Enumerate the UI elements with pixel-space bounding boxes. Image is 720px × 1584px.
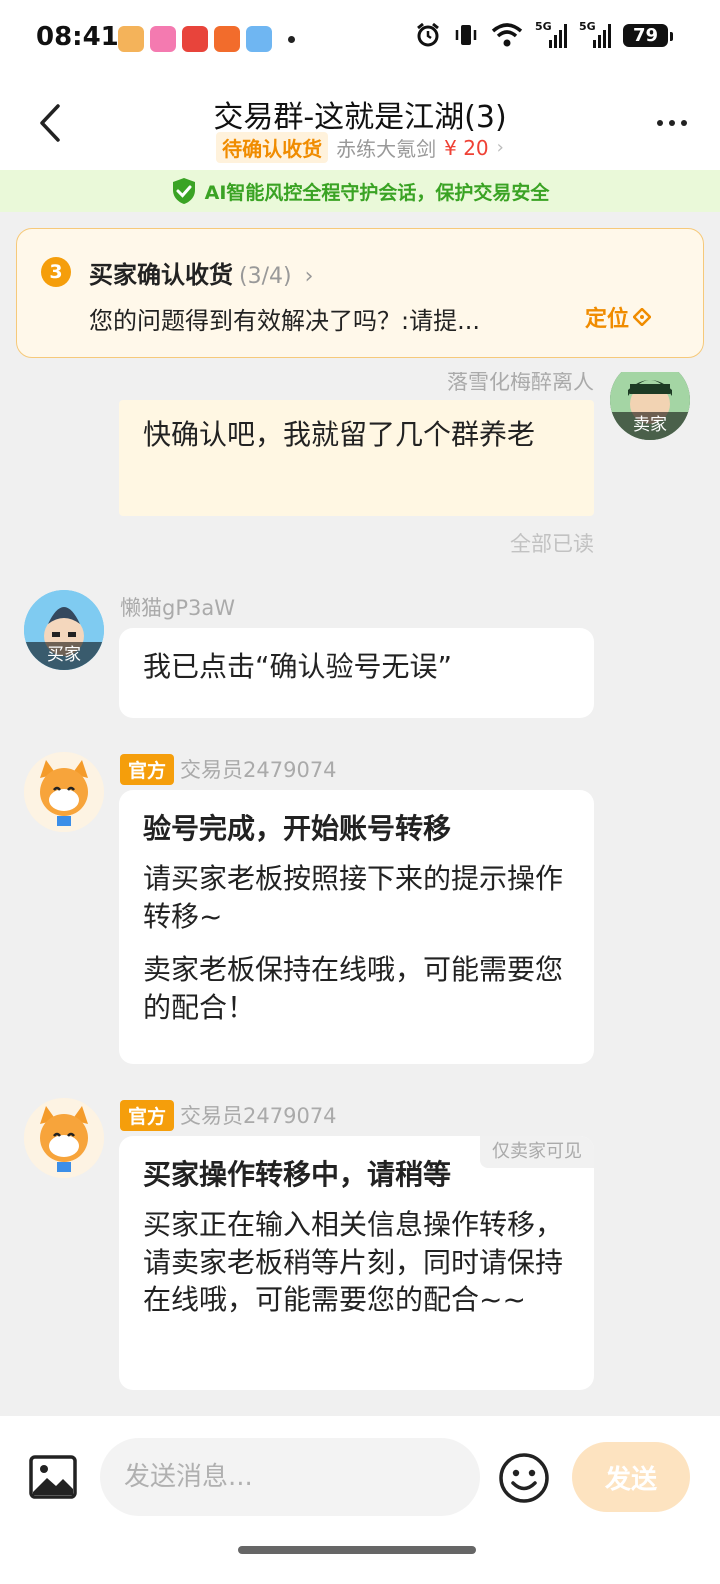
official-badge: 官方	[120, 1100, 175, 1131]
notification-icons	[118, 26, 295, 52]
trade-step-card[interactable]: 3 买家确认收货 (3/4) › 您的问题得到有效解决了吗？:请提... 定位	[16, 228, 704, 358]
chat-title: 交易群-这就是江湖(3)	[213, 100, 507, 135]
role-tag: 卖家	[610, 412, 690, 440]
status-bar: 08:41 5G 5G 79	[0, 0, 720, 78]
message-text: 请买家老板按照接下来的提示操作转移~	[143, 861, 564, 933]
emoji-icon	[499, 1453, 549, 1503]
seller-avatar[interactable]: 卖家	[610, 372, 690, 440]
buyer-avatar[interactable]: 买家	[24, 590, 104, 670]
home-indicator[interactable]	[238, 1546, 476, 1554]
step-progress: (3/4)	[239, 264, 292, 289]
alarm-icon	[417, 22, 439, 47]
status-time: 08:41	[36, 22, 119, 52]
avatar-image	[24, 1098, 104, 1178]
step-description: 您的问题得到有效解决了吗？:请提...	[89, 307, 480, 335]
signal-icon: 5G	[579, 20, 611, 48]
app-notification-icon	[214, 26, 240, 52]
dot	[681, 120, 687, 126]
message-bubble[interactable]: 验号完成，开始账号转移 请买家老板按照接下来的提示操作转移~ 卖家老板保持在线哦…	[119, 790, 594, 1064]
message-list[interactable]: 落雪化梅醉离人 卖家 快确认吧，我就留了几个群养老 全部已读 买家 懒猫gP3a…	[0, 372, 720, 1416]
locate-button[interactable]: 定位	[585, 301, 651, 333]
status-indicators: 5G 5G 79	[415, 20, 674, 48]
chevron-right-icon: ›	[297, 264, 314, 289]
message-text: 买家正在输入相关信息操作转移，请卖家老板稍等片刻，同时请保持在线哦，可能需要您的…	[143, 1207, 564, 1317]
send-button[interactable]: 发送	[572, 1442, 690, 1512]
more-notifications-icon	[288, 35, 295, 43]
step-number: 3	[41, 257, 71, 287]
official-badge: 官方	[120, 754, 175, 785]
signal-icon: 5G	[535, 20, 567, 48]
vibrate-icon	[455, 25, 477, 45]
chat-header: 交易群-这就是江湖(3) 待确认收货 赤练大氪剑 ¥ 20 ›	[0, 78, 720, 170]
weather-icon	[246, 26, 272, 52]
role-tag: 买家	[24, 642, 104, 670]
official-avatar[interactable]	[24, 1098, 104, 1178]
chevron-right-icon: ›	[496, 137, 504, 158]
avatar-image	[24, 752, 104, 832]
sender-line: 官方 交易员2479074	[120, 1100, 337, 1131]
image-icon	[29, 1455, 77, 1499]
app-notification-icon	[118, 26, 144, 52]
order-status-badge: 待确认收货	[216, 132, 329, 163]
shield-check-icon	[172, 178, 195, 204]
more-options-button[interactable]	[652, 108, 692, 138]
item-price: ¥ 20	[444, 135, 489, 160]
app-notification-icon	[150, 26, 176, 52]
emoji-button[interactable]	[498, 1452, 550, 1504]
visibility-tag: 仅卖家可见	[480, 1136, 594, 1169]
message-text: 我已点击“确认验号无误”	[143, 650, 453, 683]
input-bar: 发送	[0, 1416, 720, 1584]
sender-name: 交易员2479074	[180, 758, 337, 782]
message-text: 卖家老板保持在线哦，可能需要您的配合！	[143, 953, 564, 1025]
message-title: 验号完成，开始账号转移	[143, 812, 452, 845]
image-button[interactable]	[28, 1452, 78, 1502]
dot	[669, 120, 675, 126]
official-avatar[interactable]	[24, 752, 104, 832]
ai-security-banner: AI智能风控全程守护会话，保护交易安全	[0, 170, 720, 212]
item-name: 赤练大氪剑	[336, 137, 437, 161]
sender-name: 交易员2479074	[180, 1104, 337, 1128]
message-bubble[interactable]: 仅卖家可见 买家操作转移中，请稍等 买家正在输入相关信息操作转移，请卖家老板稍等…	[119, 1136, 594, 1390]
sender-name: 落雪化梅醉离人	[447, 372, 594, 394]
app-notification-icon	[182, 26, 208, 52]
message-input[interactable]	[100, 1438, 480, 1516]
ai-banner-text: AI智能风控全程守护会话，保护交易安全	[204, 181, 550, 204]
order-summary[interactable]: 待确认收货 赤练大氪剑 ¥ 20 ›	[0, 132, 720, 163]
message-bubble[interactable]: 快确认吧，我就留了几个群养老	[119, 400, 594, 516]
step-title: 买家确认收货 (3/4) ›	[89, 261, 314, 289]
dot	[657, 120, 663, 126]
sender-name: 懒猫gP3aW	[120, 596, 235, 620]
read-status: 全部已读	[510, 532, 594, 556]
message-text: 快确认吧，我就留了几个群养老	[143, 418, 536, 451]
wifi-icon	[491, 23, 523, 47]
battery-icon: 79	[622, 23, 674, 47]
locate-icon	[633, 308, 651, 326]
sender-line: 官方 交易员2479074	[120, 754, 337, 785]
message-bubble[interactable]: 我已点击“确认验号无误”	[119, 628, 594, 718]
